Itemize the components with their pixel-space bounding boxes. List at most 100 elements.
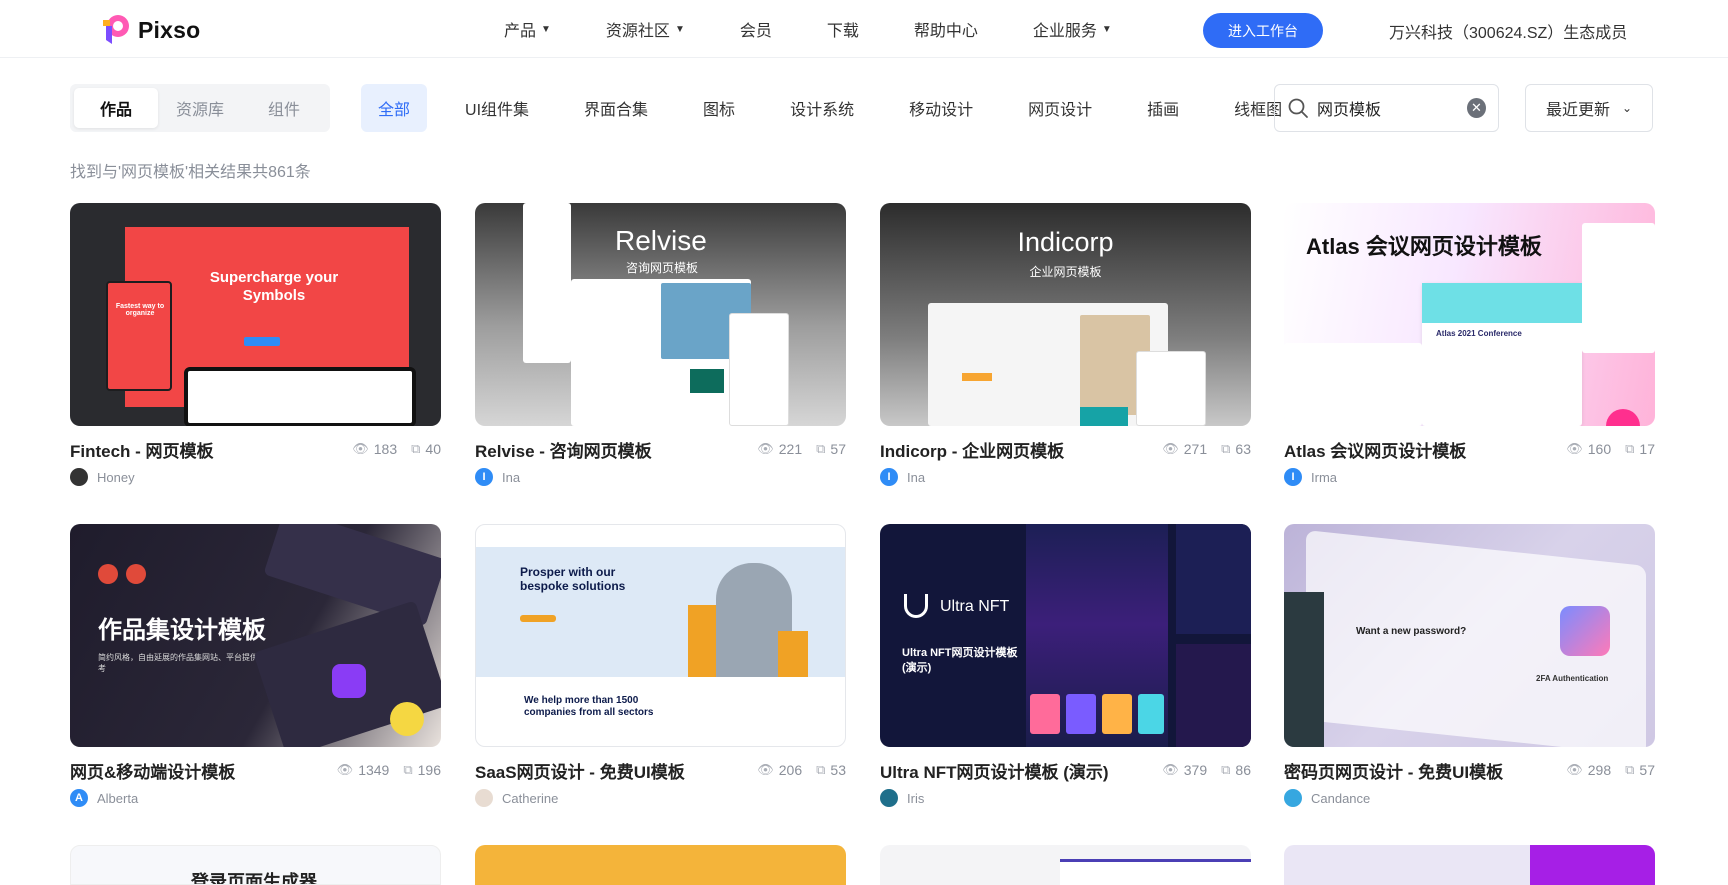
segment-works[interactable]: 作品 <box>74 88 158 128</box>
category-illustration[interactable]: 插画 <box>1130 84 1196 132</box>
eye-icon: 👁 <box>1162 762 1179 777</box>
card-title[interactable]: Ultra NFT网页设计模板 (演示) <box>880 758 1148 783</box>
copy-icon: ⧉ <box>411 441 421 456</box>
nav-item-products[interactable]: 产品 ▼ <box>504 17 551 41</box>
copy-count: ⧉ 40 <box>411 441 441 457</box>
card-thumbnail[interactable] <box>880 845 1251 885</box>
template-card[interactable] <box>880 845 1251 885</box>
template-card[interactable]: Ultra NFT Ultra NFT网页设计模板 (演示) Ultra NFT… <box>880 524 1251 807</box>
category-mobile[interactable]: 移动设计 <box>892 84 990 132</box>
copy-count-value: 196 <box>417 762 441 778</box>
author-name: Candance <box>1311 790 1371 806</box>
search-icon[interactable] <box>1287 97 1309 119</box>
template-card[interactable]: Atlas 会议网页设计模板 Atlas 2021 Conference Atl… <box>1284 203 1655 486</box>
clear-icon[interactable]: ✕ <box>1467 98 1486 118</box>
view-count: 👁 183 <box>352 441 397 457</box>
card-title[interactable]: Relvise - 咨询网页模板 <box>475 437 743 462</box>
search-input[interactable] <box>1317 99 1467 117</box>
eye-icon: 👁 <box>757 441 774 456</box>
category-design-systems[interactable]: 设计系统 <box>773 84 871 132</box>
pixso-logo-icon <box>100 14 132 46</box>
thumb-title: Supercharge your Symbols <box>209 269 339 304</box>
copy-count-value: 57 <box>830 441 846 457</box>
author-name: Iris <box>907 790 925 806</box>
card-thumbnail[interactable] <box>475 845 846 885</box>
card-thumbnail[interactable]: 登录页面生成器 <box>70 845 441 885</box>
template-card[interactable] <box>1284 845 1655 885</box>
thumb-title: Atlas 会议网页设计模板 <box>1306 234 1542 259</box>
thumb-subtitle: 企业网页模板 <box>1029 265 1102 279</box>
copy-count-value: 17 <box>1639 441 1655 457</box>
card-author[interactable]: Honey <box>70 468 441 486</box>
category-screens[interactable]: 界面合集 <box>567 84 665 132</box>
view-count-value: 206 <box>778 762 803 778</box>
card-title-row: 密码页网页设计 - 免费UI模板 👁 298 ⧉ 57 <box>1284 758 1655 783</box>
card-thumbnail[interactable]: Prosper with our bespoke solutions We he… <box>475 524 846 747</box>
nav-item-community[interactable]: 资源社区 ▼ <box>606 17 685 41</box>
avatar: I <box>1284 468 1302 486</box>
card-thumbnail[interactable]: Indicorp 企业网页模板 <box>880 203 1251 426</box>
card-title[interactable]: SaaS网页设计 - 免费UI模板 <box>475 758 743 783</box>
card-thumbnail[interactable]: Want a new password? 2FA Authentication <box>1284 524 1655 747</box>
template-card[interactable]: Supercharge your Symbols Fastest way to … <box>70 203 441 486</box>
card-author[interactable]: I Ina <box>880 468 1251 486</box>
card-thumbnail[interactable]: Ultra NFT Ultra NFT网页设计模板 (演示) <box>880 524 1251 747</box>
card-title[interactable]: 网页&移动端设计模板 <box>70 758 323 783</box>
copy-icon: ⧉ <box>1221 441 1231 456</box>
category-ui-kits[interactable]: UI组件集 <box>448 84 546 132</box>
category-web[interactable]: 网页设计 <box>1011 84 1109 132</box>
ecosystem-link[interactable]: 万兴科技（300624.SZ）生态成员 <box>1389 19 1627 43</box>
card-author[interactable]: Iris <box>880 789 1251 807</box>
enter-workspace-button[interactable]: 进入工作台 <box>1203 13 1323 48</box>
card-thumbnail[interactable]: Supercharge your Symbols Fastest way to … <box>70 203 441 426</box>
template-card[interactable]: 登录页面生成器 <box>70 845 441 885</box>
view-count-value: 271 <box>1183 441 1208 457</box>
copy-count: ⧉ 86 <box>1221 762 1251 778</box>
chevron-down-icon: ▼ <box>674 23 685 35</box>
card-title[interactable]: 密码页网页设计 - 免费UI模板 <box>1284 758 1552 783</box>
card-thumbnail[interactable] <box>1284 845 1655 885</box>
nav-item-download[interactable]: 下载 <box>827 17 859 41</box>
copy-count-value: 86 <box>1235 762 1251 778</box>
template-card[interactable] <box>475 845 846 885</box>
card-title-row: SaaS网页设计 - 免费UI模板 👁 206 ⧉ 53 <box>475 758 846 783</box>
template-card[interactable]: Indicorp 企业网页模板 Indicorp - 企业网页模板 👁 271 ⧉… <box>880 203 1251 486</box>
card-title[interactable]: Fintech - 网页模板 <box>70 437 338 462</box>
author-name: Ina <box>907 469 926 485</box>
nav-label: 产品 <box>504 23 537 40</box>
template-card[interactable]: Prosper with our bespoke solutions We he… <box>475 524 846 807</box>
card-author[interactable]: Candance <box>1284 789 1655 807</box>
copy-count: ⧉ 57 <box>1625 762 1655 778</box>
card-author[interactable]: I Ina <box>475 468 846 486</box>
card-author[interactable]: A Alberta <box>70 789 441 807</box>
view-count-value: 298 <box>1587 762 1612 778</box>
view-count: 👁 221 <box>757 441 802 457</box>
logo[interactable]: Pixso <box>100 14 200 46</box>
thumb-title: Want a new password? <box>1356 626 1467 637</box>
category-icons[interactable]: 图标 <box>686 84 752 132</box>
card-author[interactable]: I Irma <box>1284 468 1655 486</box>
card-title[interactable]: Atlas 会议网页设计模板 <box>1284 437 1552 462</box>
template-card[interactable]: 作品集设计模板 简约风格，自由延展的作品集网站、平台提供参考 网页&移动端设计模… <box>70 524 441 807</box>
card-author[interactable]: Catherine <box>475 789 846 807</box>
template-card[interactable]: Relvise 咨询网页模板 Relvise - 咨询网页模板 👁 221 ⧉ 57… <box>475 203 846 486</box>
card-thumbnail[interactable]: 作品集设计模板 简约风格，自由延展的作品集网站、平台提供参考 <box>70 524 441 747</box>
copy-icon: ⧉ <box>816 441 826 456</box>
avatar <box>475 789 493 807</box>
category-all[interactable]: 全部 <box>361 84 428 132</box>
card-thumbnail[interactable]: Atlas 会议网页设计模板 Atlas 2021 Conference <box>1284 203 1655 426</box>
nav-item-help[interactable]: 帮助中心 <box>914 17 978 41</box>
eye-icon: 👁 <box>352 441 369 456</box>
nav-item-membership[interactable]: 会员 <box>740 17 772 41</box>
view-count-value: 379 <box>1183 762 1208 778</box>
content-type-segment: 作品 资源库 组件 <box>70 84 330 132</box>
nav-item-enterprise[interactable]: 企业服务 ▼ <box>1033 17 1112 41</box>
segment-components[interactable]: 组件 <box>242 88 326 128</box>
thumb-subtitle: 2FA Authentication <box>1536 674 1609 683</box>
segment-library[interactable]: 资源库 <box>158 88 242 128</box>
card-thumbnail[interactable]: Relvise 咨询网页模板 <box>475 203 846 426</box>
card-title[interactable]: Indicorp - 企业网页模板 <box>880 437 1148 462</box>
copy-icon: ⧉ <box>403 762 413 777</box>
sort-dropdown[interactable]: 最近更新 ⌄ <box>1525 84 1653 132</box>
template-card[interactable]: Want a new password? 2FA Authentication … <box>1284 524 1655 807</box>
